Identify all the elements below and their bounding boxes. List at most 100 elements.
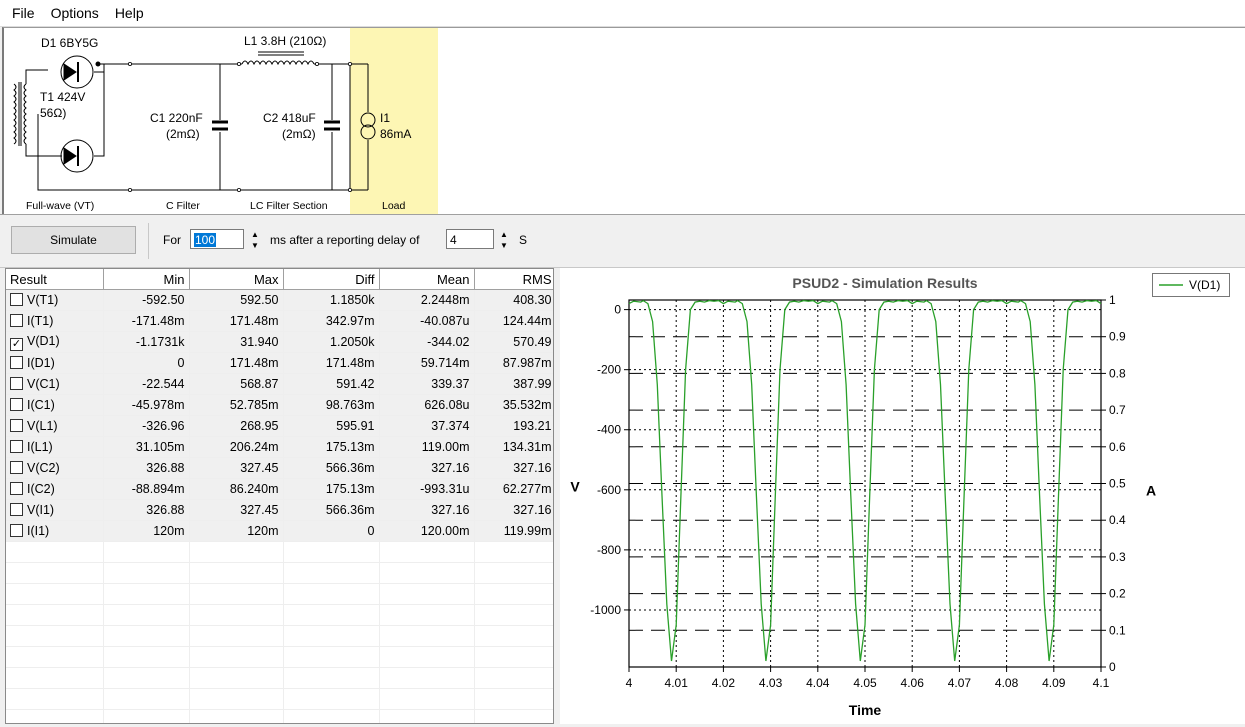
result-checkbox[interactable]: [10, 398, 23, 411]
result-checkbox[interactable]: [10, 314, 23, 327]
x-tick-label: 4.07: [948, 676, 972, 690]
label-d1: D1 6BY5G: [41, 36, 98, 50]
result-diff-cell: 566.36m: [283, 499, 380, 521]
result-max-cell: 206.24m: [189, 436, 284, 458]
empty-cell: [474, 709, 553, 723]
result-checkbox[interactable]: [10, 482, 23, 495]
simulate-button[interactable]: Simulate: [11, 226, 136, 254]
empty-cell: [189, 646, 284, 668]
empty-cell: [189, 688, 284, 710]
empty-cell: [474, 604, 553, 626]
table-row[interactable]: I(L1) 31.105m 206.24m 175.13m 119.00m 134.31m: [6, 436, 553, 458]
col-max[interactable]: Max: [189, 269, 284, 290]
result-checkbox[interactable]: ✓: [10, 337, 23, 351]
table-row[interactable]: I(C1) -45.978m 52.785m 98.763m 626.08u 35.532…: [6, 394, 553, 416]
col-min[interactable]: Min: [103, 269, 190, 290]
result-name: I(L1): [27, 440, 53, 454]
result-max-cell: 171.48m: [189, 352, 284, 374]
empty-cell: [474, 562, 553, 584]
delay-up-icon[interactable]: ▲: [496, 229, 512, 240]
table-row[interactable]: I(C2) -88.894m 86.240m 175.13m -993.31u 62.27…: [6, 478, 553, 500]
label-c2-esr: (2mΩ): [282, 127, 316, 141]
duration-down-icon[interactable]: ▼: [247, 240, 263, 251]
table-row[interactable]: V(T1) -592.50 592.50 1.1850k 2.2448m 408.30: [6, 289, 553, 311]
table-row[interactable]: I(D1) 0 171.48m 171.48m 59.714m 87.987m: [6, 352, 553, 374]
result-rms-cell: 124.44m: [474, 310, 553, 332]
section-c-filter: C Filter: [166, 200, 200, 212]
empty-cell: [6, 709, 104, 723]
table-row[interactable]: V(C2) 326.88 327.45 566.36m 327.16 327.16: [6, 457, 553, 479]
y2-tick-label: 0.3: [1109, 550, 1126, 564]
result-rms-cell: 134.31m: [474, 436, 553, 458]
y2-tick-label: 0.4: [1109, 513, 1126, 527]
col-rms[interactable]: RMS: [474, 269, 553, 290]
empty-cell: [189, 625, 284, 647]
result-rms-cell: 119.99m: [474, 520, 553, 542]
result-rms-cell: 327.16: [474, 457, 553, 479]
result-mean-cell: -344.02: [379, 331, 475, 353]
result-checkbox[interactable]: [10, 503, 23, 516]
table-row[interactable]: V(I1) 326.88 327.45 566.36m 327.16 327.16: [6, 499, 553, 521]
menu-options[interactable]: Options: [43, 5, 107, 21]
result-checkbox[interactable]: [10, 356, 23, 369]
result-max-cell: 592.50: [189, 289, 284, 311]
empty-cell: [379, 709, 475, 723]
result-checkbox[interactable]: [10, 524, 23, 537]
table-row[interactable]: V(C1) -22.544 568.87 591.42 339.37 387.99: [6, 373, 553, 395]
delay-input[interactable]: 4: [446, 229, 494, 249]
result-checkbox[interactable]: [10, 293, 23, 306]
result-checkbox[interactable]: [10, 440, 23, 453]
y-tick-label: -1000: [590, 603, 621, 617]
empty-cell: [379, 646, 475, 668]
menu-help[interactable]: Help: [107, 5, 152, 21]
result-checkbox[interactable]: [10, 377, 23, 390]
duration-spinner[interactable]: ▲ ▼: [247, 229, 263, 251]
result-name: V(C1): [27, 377, 60, 391]
delay-spinner[interactable]: ▲ ▼: [496, 229, 512, 251]
x-tick-label: 4.05: [853, 676, 877, 690]
result-mean-cell: -40.087u: [379, 310, 475, 332]
duration-input[interactable]: 100: [190, 229, 244, 249]
table-row[interactable]: I(T1) -171.48m 171.48m 342.97m -40.087u 124.4…: [6, 310, 553, 332]
result-name-cell: V(L1): [6, 415, 104, 437]
result-rms-cell: 327.16: [474, 499, 553, 521]
duration-up-icon[interactable]: ▲: [247, 229, 263, 240]
result-checkbox[interactable]: [10, 461, 23, 474]
results-table: Result Min Max Diff Mean RMS V(T1) -592.5…: [6, 269, 553, 723]
x-tick-label: 4.06: [901, 676, 925, 690]
result-name: V(C2): [27, 461, 60, 475]
empty-cell: [189, 583, 284, 605]
result-rms-cell: 87.987m: [474, 352, 553, 374]
x-tick-label: 4.1: [1093, 676, 1110, 690]
y2-tick-label: 0.2: [1109, 587, 1126, 601]
empty-cell: [189, 709, 284, 723]
col-diff[interactable]: Diff: [283, 269, 380, 290]
result-min-cell: -592.50: [103, 289, 190, 311]
schematic-diagram: D1 6BY5G L1 3.8H (210Ω) T1 424V 56Ω) C1 …: [13, 28, 438, 214]
table-row[interactable]: I(I1) 120m 120m 0 120.00m 119.99m: [6, 520, 553, 542]
label-t1-resistance: 56Ω): [40, 106, 66, 120]
label-c1-esr: (2mΩ): [166, 127, 200, 141]
empty-cell: [103, 562, 190, 584]
delay-down-icon[interactable]: ▼: [496, 240, 512, 251]
result-min-cell: 31.105m: [103, 436, 190, 458]
result-min-cell: -326.96: [103, 415, 190, 437]
x-tick-label: 4.04: [806, 676, 830, 690]
menu-file[interactable]: File: [0, 5, 43, 21]
result-mean-cell: 626.08u: [379, 394, 475, 416]
result-checkbox[interactable]: [10, 419, 23, 432]
result-max-cell: 52.785m: [189, 394, 284, 416]
transformer-primary: [13, 83, 17, 145]
result-name-cell: ✓ V(D1): [6, 331, 104, 353]
seconds-label: S: [519, 233, 528, 247]
empty-cell: [379, 604, 475, 626]
empty-cell: [103, 583, 190, 605]
result-rms-cell: 193.21: [474, 415, 553, 437]
result-mean-cell: 327.16: [379, 499, 475, 521]
table-row[interactable]: V(L1) -326.96 268.95 595.91 37.374 193.21: [6, 415, 553, 437]
result-min-cell: 326.88: [103, 499, 190, 521]
result-diff-cell: 175.13m: [283, 436, 380, 458]
col-result[interactable]: Result: [6, 269, 104, 290]
col-mean[interactable]: Mean: [379, 269, 475, 290]
table-row[interactable]: ✓ V(D1) -1.1731k 31.940 1.2050k -344.02 570.49: [6, 331, 553, 353]
